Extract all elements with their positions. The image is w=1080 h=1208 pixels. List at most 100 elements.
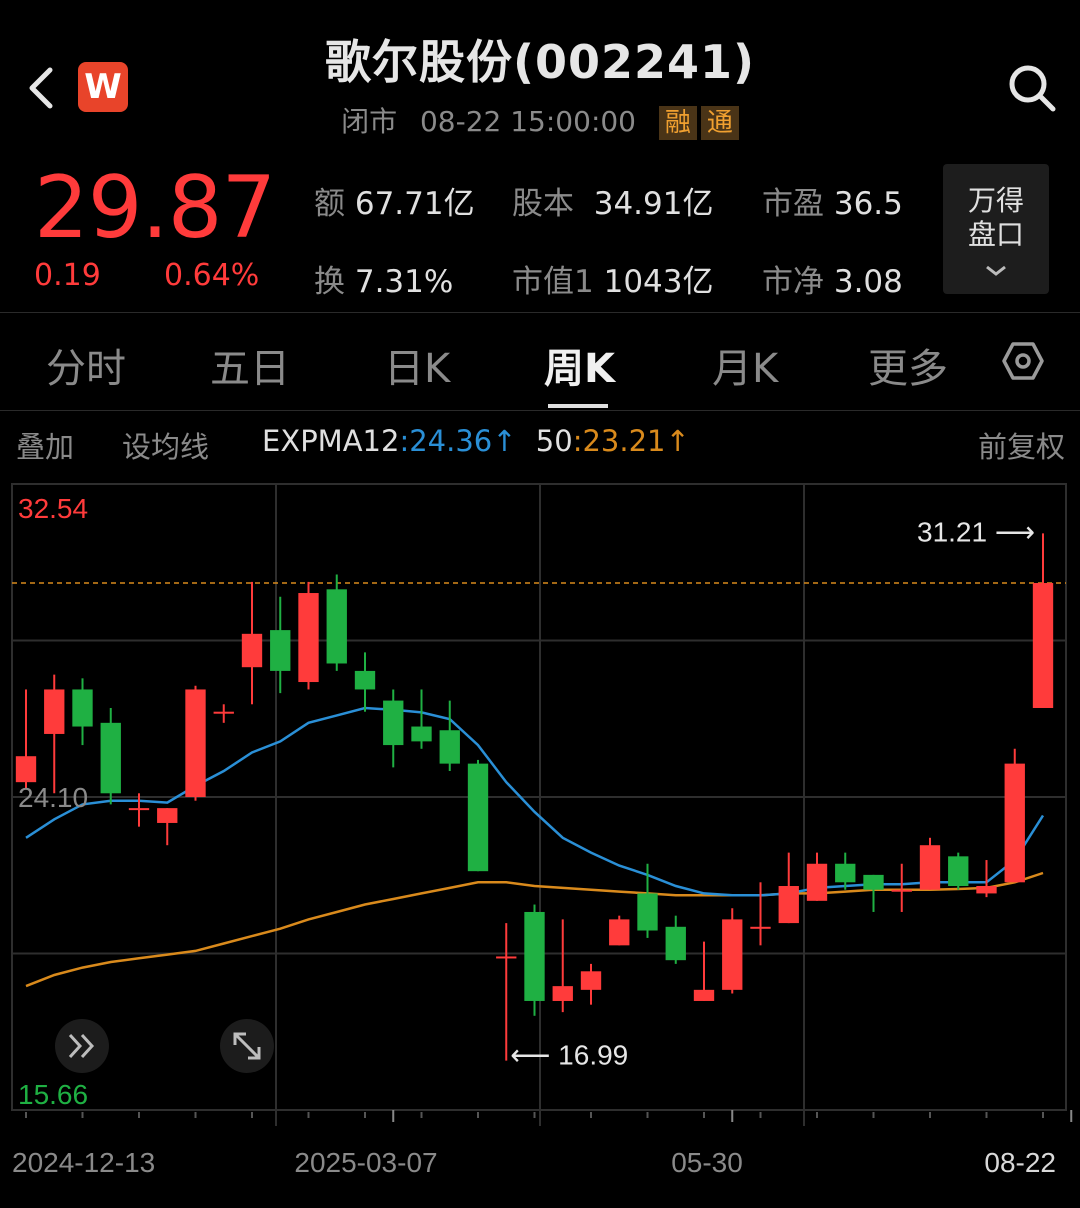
y-mid-label: 24.10 xyxy=(18,782,88,813)
candle xyxy=(44,674,65,794)
candle-body xyxy=(100,722,121,794)
candle xyxy=(1032,533,1054,708)
active-tab-indicator xyxy=(548,404,608,408)
candle-body xyxy=(552,986,573,1001)
connect-badge: 通 xyxy=(700,106,739,140)
market-status: 闭市 xyxy=(341,105,398,138)
set-ma-button[interactable]: 设均线 xyxy=(122,424,209,466)
candle xyxy=(270,596,291,694)
candle xyxy=(354,652,376,712)
adjust-mode-button[interactable]: 前复权 xyxy=(978,424,1065,466)
candle-body xyxy=(722,919,743,990)
tab-five-day[interactable]: 五日 xyxy=(210,336,290,394)
candle xyxy=(15,689,37,790)
settings-icon[interactable] xyxy=(1002,340,1044,382)
quote-datetime: 08-22 15:00:00 xyxy=(419,105,636,138)
candle xyxy=(976,860,997,898)
stat-pe: 市盈 36.5 xyxy=(762,186,903,222)
candle xyxy=(637,863,658,938)
fast-forward-icon[interactable] xyxy=(54,1018,110,1074)
tab-monthly-k[interactable]: 月K xyxy=(712,336,778,394)
candle xyxy=(919,837,941,890)
candle xyxy=(241,581,263,705)
indicator-bar: 叠加 设均线 EXPMA12:24.36↑ 50:23.21↑ 前复权 xyxy=(0,424,1080,468)
candle xyxy=(157,808,178,846)
x-label-mid2: 05-30 xyxy=(671,1147,743,1178)
candle-body xyxy=(354,670,376,690)
x-label-mid1: 2025-03-07 xyxy=(294,1147,437,1178)
candle xyxy=(411,689,432,749)
candle-body xyxy=(665,926,686,961)
candle xyxy=(835,852,856,890)
candle-body xyxy=(750,926,771,929)
candle-body xyxy=(157,808,178,823)
candle-body xyxy=(609,919,630,946)
candle xyxy=(1004,748,1025,883)
stat-turnover-rate: 换 7.31% xyxy=(314,264,454,300)
chevron-down-icon xyxy=(986,265,1006,276)
candle-body xyxy=(1004,763,1025,883)
candle xyxy=(439,700,460,772)
candle xyxy=(580,963,602,1005)
candle xyxy=(524,904,545,1016)
candlestick-chart[interactable]: 32.54 24.10 15.66 31.21 ⟶ ⟵ 16.99 2024-12-13 2… xyxy=(0,470,1080,1208)
market-status-line: 闭市 08-22 15:00:00 融通 xyxy=(0,100,1080,140)
candle xyxy=(891,863,912,912)
margin-trading-badge: 融 xyxy=(658,106,697,140)
tab-weekly-k[interactable]: 周K xyxy=(544,336,615,394)
candle xyxy=(948,852,969,890)
candle-body xyxy=(948,856,969,887)
divider xyxy=(0,410,1080,411)
candle-body xyxy=(128,808,150,811)
candle-body xyxy=(637,893,658,931)
candle xyxy=(326,574,347,671)
candle-body xyxy=(326,589,347,664)
candle-body xyxy=(15,756,37,783)
candle-body xyxy=(411,726,432,742)
tab-daily-k[interactable]: 日K xyxy=(384,336,450,394)
chart-grid xyxy=(11,483,1073,1126)
candle xyxy=(298,581,319,690)
stock-title: 歌尔股份(002241) xyxy=(324,35,756,89)
tab-intraday[interactable]: 分时 xyxy=(46,336,126,394)
tab-more[interactable]: 更多 xyxy=(868,336,948,394)
wind-button-line1: 万得 xyxy=(967,184,1024,217)
candle-body xyxy=(919,845,941,890)
candle-body xyxy=(778,886,799,924)
candle xyxy=(72,678,93,746)
candle-body xyxy=(806,863,828,901)
candle-body xyxy=(72,689,93,727)
candle-body xyxy=(1032,583,1054,708)
price-change: 0.19 xyxy=(34,258,101,293)
fullscreen-icon[interactable] xyxy=(219,1018,275,1074)
candle xyxy=(722,908,743,994)
stat-share-capital: 股本 34.91亿 xyxy=(512,186,714,222)
candle-body xyxy=(976,886,997,894)
y-max-label: 32.54 xyxy=(18,493,88,524)
wind-orderbook-button[interactable]: 万得 盘口 xyxy=(943,164,1049,294)
candle xyxy=(665,915,686,964)
candle-body xyxy=(524,911,545,1001)
candle-body xyxy=(383,700,404,746)
candle-body xyxy=(891,889,912,892)
candle xyxy=(609,915,630,946)
candle-body xyxy=(185,689,206,797)
candle xyxy=(778,852,799,924)
candle-body xyxy=(241,633,263,668)
ema12-line xyxy=(25,706,1045,897)
wind-button-line2: 盘口 xyxy=(967,218,1024,251)
candle xyxy=(693,941,715,1001)
candle-body xyxy=(439,730,460,764)
overlay-button[interactable]: 叠加 xyxy=(16,424,74,466)
stat-pb: 市净 3.08 xyxy=(762,264,903,300)
candle-body xyxy=(298,593,319,683)
candle-body xyxy=(835,863,856,883)
candle-body xyxy=(44,689,65,734)
x-label-end: 08-22 xyxy=(984,1147,1056,1178)
ema-indicator-label: EXPMA12:24.36↑ 50:23.21↑ xyxy=(262,424,690,458)
candle xyxy=(863,874,884,912)
candle xyxy=(128,793,150,827)
candle xyxy=(467,759,489,872)
search-icon[interactable] xyxy=(1006,62,1058,114)
candle xyxy=(750,882,771,946)
